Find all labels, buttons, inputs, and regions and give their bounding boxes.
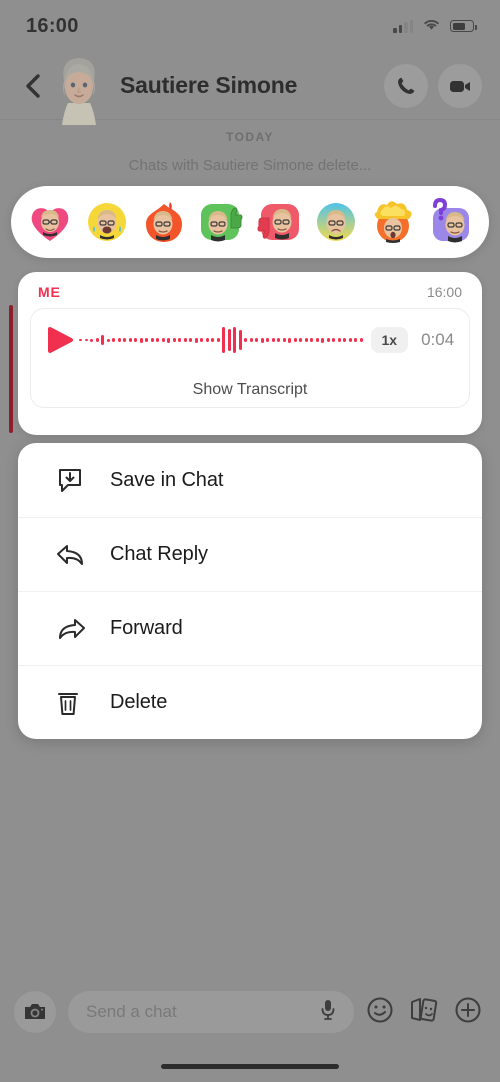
message-timestamp: 16:00 — [426, 284, 462, 300]
waveform-bar — [343, 338, 346, 342]
waveform-bar — [359, 338, 363, 342]
waveform-bar — [310, 338, 313, 342]
reply-arrow-icon — [56, 542, 98, 568]
waveform-bar — [156, 338, 159, 342]
menu-item-label: Delete — [110, 691, 168, 713]
waveform-bar — [271, 338, 275, 342]
reaction-heart[interactable] — [26, 198, 74, 246]
snapchat-chat-screen: 16:00 Sautiere Simone TODAY Chats with S… — [0, 0, 500, 1082]
menu-item-forward[interactable]: Forward — [18, 591, 482, 665]
reaction-picker-bar — [11, 186, 489, 258]
voice-message-card[interactable]: ME 16:00 1x 0:04 Show Transcript — [18, 272, 482, 435]
waveform-bar — [238, 330, 242, 350]
waveform-bar — [249, 338, 253, 342]
waveform-bar — [282, 338, 286, 342]
waveform-bar — [95, 338, 99, 342]
waveform-bar — [134, 338, 137, 342]
reaction-laugh[interactable] — [83, 198, 131, 246]
waveform-bar — [139, 337, 143, 343]
message-sender-label: ME — [38, 284, 61, 300]
waveform-bar — [183, 338, 187, 342]
menu-item-label: Forward — [110, 617, 183, 639]
waveform-bar — [354, 338, 357, 342]
show-transcript-button[interactable]: Show Transcript — [31, 371, 469, 407]
play-icon[interactable] — [47, 326, 73, 354]
waveform-bar — [194, 337, 198, 343]
waveform-bar — [255, 338, 258, 342]
waveform-bar — [167, 337, 170, 343]
waveform-bar — [222, 327, 225, 353]
waveform-bar — [178, 338, 181, 342]
waveform-bar — [123, 338, 126, 342]
waveform-bar — [277, 338, 280, 342]
reaction-question[interactable] — [426, 198, 474, 246]
waveform-bar — [288, 337, 291, 343]
menu-item-chat-reply[interactable]: Chat Reply — [18, 517, 482, 591]
waveform-bar — [200, 338, 203, 342]
waveform-bar — [161, 338, 165, 342]
waveform-bar — [128, 338, 132, 342]
waveform-bar — [145, 338, 148, 342]
waveform-bar — [315, 338, 319, 342]
menu-item-label: Chat Reply — [110, 543, 208, 565]
waveform-bar — [233, 327, 236, 353]
menu-item-delete[interactable]: Delete — [18, 665, 482, 739]
reply-indicator-bar — [9, 305, 13, 433]
reaction-mind-blown[interactable] — [369, 198, 417, 246]
waveform-bar — [227, 329, 231, 351]
waveform-bar — [84, 339, 88, 341]
waveform-bar — [326, 338, 330, 342]
waveform-bar — [112, 338, 115, 342]
waveform-bar — [321, 337, 324, 343]
reaction-sad[interactable] — [312, 198, 360, 246]
audio-waveform[interactable] — [73, 325, 363, 355]
waveform-bar — [337, 338, 341, 342]
waveform-bar — [90, 338, 93, 342]
waveform-bar — [260, 337, 264, 343]
waveform-bar — [266, 338, 269, 342]
playback-speed-button[interactable]: 1x — [370, 327, 409, 353]
waveform-bar — [304, 338, 308, 342]
waveform-bar — [332, 338, 335, 342]
voice-message-header: ME 16:00 — [18, 272, 482, 300]
waveform-bar — [150, 338, 154, 342]
waveform-bar — [244, 338, 247, 342]
waveform-bar — [106, 338, 110, 342]
reaction-fire[interactable] — [140, 198, 188, 246]
menu-item-save-in-chat[interactable]: Save in Chat — [18, 443, 482, 517]
waveform-bar — [211, 338, 214, 342]
waveform-bar — [189, 338, 192, 342]
reaction-thumbs-up[interactable] — [197, 198, 245, 246]
waveform-bar — [101, 335, 104, 345]
waveform-bar — [348, 338, 352, 342]
waveform-bar — [216, 338, 220, 342]
audio-player: 1x 0:04 Show Transcript — [30, 308, 470, 408]
waveform-bar — [79, 339, 82, 341]
audio-duration: 0:04 — [421, 330, 455, 349]
waveform-bar — [117, 338, 121, 342]
menu-item-label: Save in Chat — [110, 468, 224, 491]
save-in-chat-icon — [56, 466, 98, 494]
waveform-bar — [205, 338, 209, 342]
forward-arrow-icon — [56, 616, 98, 642]
waveform-bar — [172, 338, 176, 342]
audio-player-controls: 1x 0:04 — [31, 309, 469, 371]
waveform-bar — [293, 338, 297, 342]
message-context-menu: Save in Chat Chat Reply Forward Delete — [18, 443, 482, 739]
trash-icon — [56, 689, 98, 717]
waveform-bar — [299, 338, 302, 342]
reaction-thumbs-down[interactable] — [255, 198, 303, 246]
